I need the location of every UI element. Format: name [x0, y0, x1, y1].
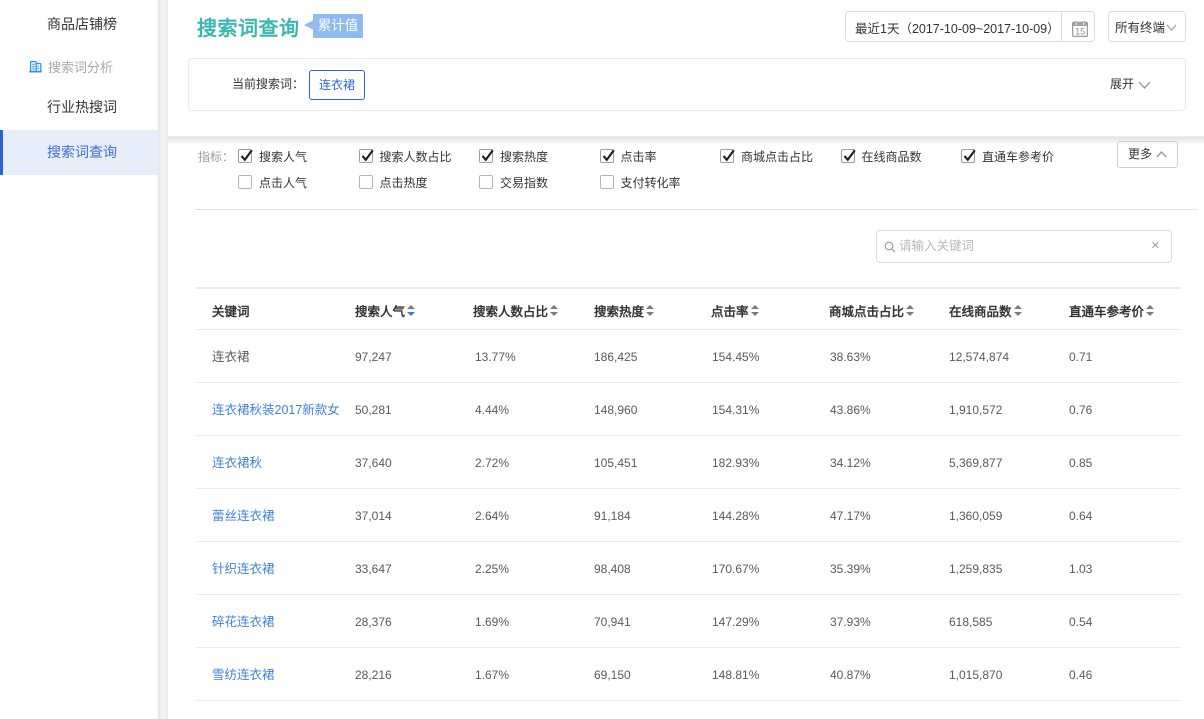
- svg-text:15: 15: [1075, 26, 1085, 36]
